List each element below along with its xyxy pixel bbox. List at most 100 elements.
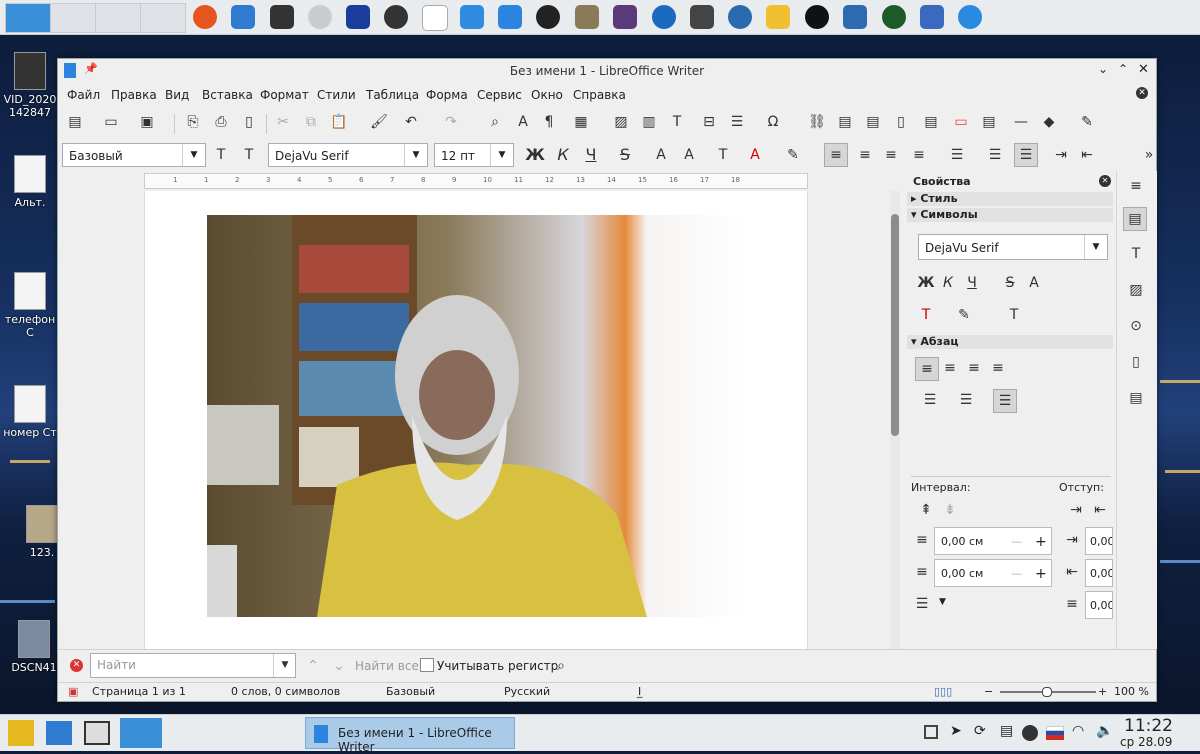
sidebar-align-center-icon[interactable]: ≡ (939, 357, 961, 379)
sidebar-shadow-icon[interactable]: A (1023, 272, 1045, 294)
decrease-indent-icon[interactable]: ⇤ (1076, 144, 1098, 166)
sidebar-justify-icon[interactable]: ≡ (987, 357, 1009, 379)
section-paragraph-header[interactable]: ▾ Абзац (907, 335, 1113, 349)
basic-shapes-icon[interactable]: ◆ (1038, 111, 1060, 133)
app-icon[interactable] (384, 5, 408, 29)
menu-format[interactable]: Формат (260, 88, 309, 102)
page-count[interactable]: Страница 1 из 1 (92, 683, 186, 701)
sidebar-underline-button[interactable]: Ч (961, 272, 983, 294)
text-editor-icon[interactable] (422, 5, 448, 31)
workspace-4-button[interactable] (140, 3, 186, 33)
sidebar-font-color-icon[interactable]: T (915, 304, 937, 326)
no-list-button[interactable]: ☰ (1014, 143, 1038, 167)
workspace-button[interactable] (120, 718, 162, 748)
workspace-2-button[interactable] (50, 3, 96, 33)
increase-indent-icon[interactable]: ⇥ (1050, 144, 1072, 166)
insert-line-icon[interactable]: — (1010, 111, 1032, 133)
notes-tray-icon[interactable]: ▤ (1000, 723, 1013, 739)
close-document-icon[interactable]: ✕ (1136, 87, 1148, 99)
file-manager-icon[interactable] (46, 721, 72, 745)
spelling-icon[interactable]: A (512, 111, 534, 133)
close-findbar-icon[interactable]: ✕ (70, 659, 83, 672)
close-icon[interactable]: ✕ (1138, 62, 1149, 77)
insert-image-icon[interactable]: ▨ (610, 111, 632, 133)
sidebar-strikethrough-icon[interactable]: S (999, 272, 1021, 294)
special-character-icon[interactable]: Ω (762, 111, 784, 133)
insert-chart-icon[interactable]: ▥ (638, 111, 660, 133)
audio-icon[interactable] (652, 5, 676, 29)
new-document-icon[interactable]: ▤ (64, 111, 86, 133)
telegram-icon[interactable]: ➤ (950, 723, 962, 739)
language[interactable]: Русский (504, 683, 550, 701)
sidebar-clear-formatting-icon[interactable]: T (1003, 304, 1025, 326)
sidebar-numbered-list-icon[interactable]: ☰ (955, 389, 977, 411)
clock-time[interactable]: 11:22 (1124, 716, 1173, 736)
align-left-button[interactable]: ≡ (824, 143, 848, 167)
chevron-down-icon[interactable]: ▼ (939, 597, 946, 607)
clear-formatting-icon[interactable]: T (712, 144, 734, 166)
file-manager-icon[interactable] (231, 5, 255, 29)
indent-first-line-spinbox[interactable]: 0,00 (1085, 591, 1113, 619)
desktop-icon-alt[interactable]: Альт. (0, 155, 60, 209)
section-characters-header[interactable]: ▾ Символы (907, 208, 1113, 222)
justify-icon[interactable]: ≡ (908, 144, 930, 166)
minus-icon[interactable]: — (1011, 560, 1022, 588)
print-preview-icon[interactable]: ▯ (238, 111, 260, 133)
find-input[interactable]: Найти ▼ (90, 653, 296, 678)
align-right-icon[interactable]: ≡ (880, 144, 902, 166)
chevron-down-icon[interactable]: ▼ (182, 144, 205, 166)
update-style-icon[interactable]: T (210, 144, 232, 166)
bold-button[interactable]: Ж (524, 144, 546, 166)
insert-mode-icon[interactable]: I̲ (638, 683, 641, 701)
plus-icon[interactable]: + (1035, 528, 1047, 556)
export-pdf-icon[interactable]: ⎘ (182, 111, 204, 133)
spacing-below-spinbox[interactable]: 0,00 см — + (934, 559, 1052, 587)
clipboard-icon[interactable] (924, 725, 938, 739)
menu-edit[interactable]: Правка (111, 88, 157, 102)
indent-before-spinbox[interactable]: 0,00 (1085, 527, 1113, 555)
italic-button[interactable]: К (552, 144, 574, 166)
sidebar-font-name-combo[interactable]: DejaVu Serif ▼ (918, 234, 1108, 260)
tray-icon[interactable] (1022, 725, 1038, 741)
sidebar-no-list-button[interactable]: ☰ (993, 389, 1017, 413)
close-sidebar-icon[interactable]: ✕ (1099, 175, 1111, 187)
cross-reference-icon[interactable]: ▤ (920, 111, 942, 133)
superscript-icon[interactable]: A (650, 144, 672, 166)
new-style-icon[interactable]: T (238, 144, 260, 166)
align-center-icon[interactable]: ≡ (854, 144, 876, 166)
draw-icon[interactable]: ✎ (1076, 111, 1098, 133)
video-player-icon[interactable] (690, 5, 714, 29)
zoom-out-icon[interactable]: − (984, 683, 993, 701)
copy-icon[interactable]: ⧉ (300, 111, 322, 133)
clone-formatting-icon[interactable]: 🖌 (368, 111, 390, 133)
sidebar-italic-button[interactable]: К (937, 272, 959, 294)
highlight-icon[interactable]: ✎ (782, 144, 804, 166)
menu-window[interactable]: Окно (531, 88, 563, 102)
app-icon[interactable] (920, 5, 944, 29)
taskbar-writer-task[interactable]: Без имени 1 - LibreOffice Writer (305, 717, 515, 754)
insert-table-icon[interactable]: ▦ (570, 111, 592, 133)
indent-after-spinbox[interactable]: 0,00 (1085, 559, 1113, 587)
line-spacing-icon[interactable]: ☰ (911, 593, 933, 615)
sidebar-menu-icon[interactable]: ≡ (1125, 175, 1147, 197)
print-icon[interactable]: ⎙ (210, 111, 232, 133)
app-icon[interactable] (728, 5, 752, 29)
bookmark-icon[interactable]: ▯ (890, 111, 912, 133)
webcam-icon[interactable] (843, 5, 867, 29)
terminal-icon[interactable] (270, 5, 294, 29)
increase-spacing-icon[interactable]: ⇞ (915, 499, 937, 521)
zoom-in-icon[interactable]: + (1098, 683, 1107, 701)
word-count[interactable]: 0 слов, 0 символов (231, 683, 340, 701)
maximize-icon[interactable]: ⌃ (1118, 62, 1128, 76)
desktop-icon-phone[interactable]: телефон С (0, 272, 60, 339)
workspace-1-button[interactable] (5, 3, 51, 33)
paste-icon[interactable]: 📋 (328, 111, 350, 133)
start-menu-icon[interactable] (8, 720, 34, 746)
sidebar-highlight-icon[interactable]: ✎ (953, 304, 975, 326)
more-options-icon[interactable]: » (1138, 144, 1160, 166)
russian-flag-icon[interactable] (1046, 726, 1064, 740)
page-deck-icon[interactable]: ▯ (1125, 351, 1147, 373)
chevron-down-icon[interactable]: ▼ (490, 144, 513, 166)
subscript-icon[interactable]: A (678, 144, 700, 166)
match-case-checkbox[interactable] (420, 658, 434, 672)
